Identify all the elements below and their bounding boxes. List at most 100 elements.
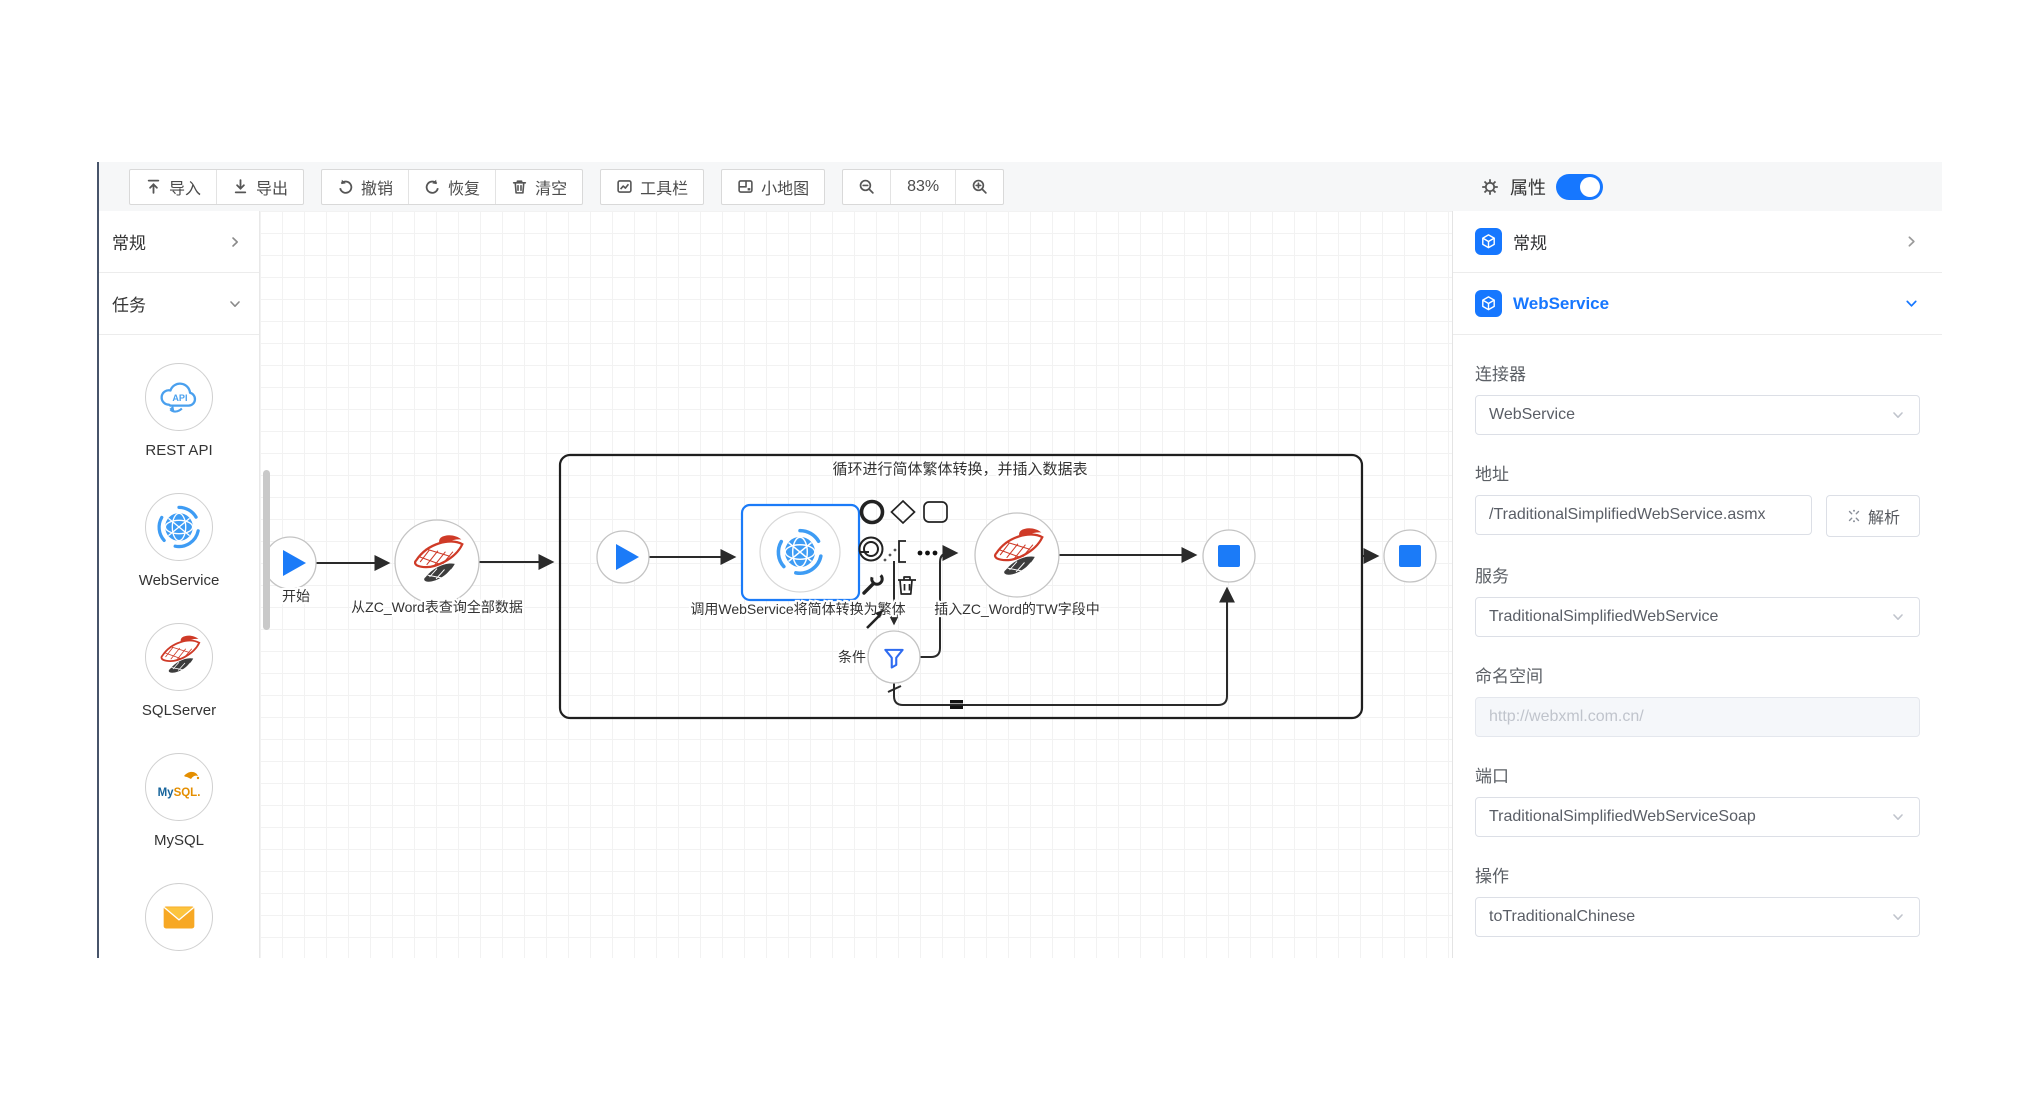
shape-rect-tool[interactable] [924,502,947,522]
palette-item-rest-api[interactable]: REST API [145,363,213,459]
connector-label: 连接器 [1475,360,1920,385]
insert-sql-node[interactable]: 插入ZC_Word的TW字段中 [934,513,1099,617]
palette-label: WebService [139,572,220,589]
flow-canvas[interactable]: 循环进行简体繁体转换，并插入数据表 开始 从ZC_Word表查询全部数据 [260,211,1452,958]
node-palette-sidebar: 常规 任务 REST API WebService SQLServer MySQ… [99,211,260,958]
shape-circle-tool[interactable] [862,502,883,523]
zoom-out-button[interactable] [843,170,890,204]
minimap-button[interactable]: 小地图 [722,170,824,204]
toolbar-panel-label: 工具栏 [640,175,688,199]
toolbar-left: 导入 导出 撤销 恢复 清空 [129,162,1004,211]
clear-label: 清空 [535,175,567,199]
port-value: TraditionalSimplifiedWebServiceSoap [1489,808,1756,826]
zoom-out-icon [858,178,875,195]
loop-group-box[interactable]: 循环进行简体繁体转换，并插入数据表 [560,455,1362,718]
chevron-down-icon [1890,609,1906,625]
section-general[interactable]: 常规 [1475,211,1920,272]
start-node[interactable]: 开始 [264,537,316,604]
palette-label: SQLServer [142,702,216,719]
chevron-down-icon [1890,909,1906,925]
flow-diagram: 循环进行简体繁体转换，并插入数据表 开始 从ZC_Word表查询全部数据 [260,211,1452,958]
address-input[interactable] [1475,495,1812,535]
screenshot-page: 导入 导出 撤销 恢复 清空 [0,0,2044,1112]
gear-icon [1480,177,1500,197]
shape-double-circle-tool[interactable] [860,538,883,561]
service-select[interactable]: TraditionalSimplifiedWebService [1475,597,1920,637]
export-icon [232,178,249,195]
import-label: 导入 [169,175,201,199]
service-label: 服务 [1475,562,1920,587]
loop-start-node[interactable] [597,531,649,583]
edit-button-group: 撤销 恢复 清空 [321,169,583,205]
chevron-down-icon [1890,407,1906,423]
sidebar-section-task[interactable]: 任务 [99,273,259,335]
shape-diamond-tool[interactable] [892,501,915,523]
properties-header: 属性 [1480,162,1603,211]
section-webservice[interactable]: WebService [1475,273,1920,334]
chevron-right-icon [1903,233,1920,250]
loop-end-node[interactable] [1203,530,1255,582]
port-select[interactable]: TraditionalSimplifiedWebServiceSoap [1475,797,1920,837]
toolbar-panel-group: 工具栏 [600,169,704,205]
redo-icon [424,178,441,195]
sidebar-scrollbar-thumb[interactable] [263,470,270,630]
cube-icon [1475,290,1502,317]
section-webservice-label: WebService [1513,294,1609,314]
zoom-in-button[interactable] [956,170,1003,204]
address-label: 地址 [1475,460,1920,485]
query-sql-node[interactable]: 从ZC_Word表查询全部数据 [351,520,523,615]
address-row: 解析 [1475,495,1920,537]
chevron-down-icon [1903,295,1920,312]
resolve-icon [1846,508,1862,524]
resolve-button[interactable]: 解析 [1826,495,1920,537]
divider [1453,334,1942,335]
stop-icon [1399,545,1421,567]
palette-item-sqlserver[interactable]: SQLServer [142,623,216,719]
loop-group-title: 循环进行简体繁体转换，并插入数据表 [832,461,1087,478]
chevron-down-icon [227,296,243,312]
palette-item-webservice[interactable]: WebService [139,493,220,589]
operation-value: toTraditionalChinese [1489,908,1635,926]
palette-items: REST API WebService SQLServer MySQL [99,335,259,958]
resolve-label: 解析 [1868,504,1900,528]
minimap-icon [737,178,754,195]
import-icon [145,178,162,195]
trash-icon [511,178,528,195]
webservice-globe-icon [156,504,202,550]
ellipsis-icon[interactable] [918,551,938,556]
edge-marker-bar [950,706,963,709]
end-node[interactable] [1384,530,1436,582]
palette-label: REST API [145,442,212,459]
bracket-tool[interactable] [899,541,906,562]
mysql-logo-icon [155,763,203,811]
palette-item-mail[interactable] [145,883,213,951]
operation-select[interactable]: toTraditionalChinese [1475,897,1920,937]
import-button[interactable]: 导入 [130,170,216,204]
properties-toggle[interactable] [1556,174,1603,200]
insert-node-label: 插入ZC_Word的TW字段中 [934,601,1099,617]
zoom-in-icon [971,178,988,195]
sidebar-general-label: 常规 [112,229,146,254]
operation-label: 操作 [1475,862,1920,887]
port-label: 端口 [1475,762,1920,787]
board-icon [616,178,633,195]
export-button[interactable]: 导出 [216,170,303,204]
sidebar-section-general[interactable]: 常规 [99,211,259,273]
redo-button[interactable]: 恢复 [408,170,495,204]
chevron-down-icon [1890,809,1906,825]
chevron-right-icon [227,234,243,250]
delete-node-icon[interactable] [898,577,916,594]
connector-select[interactable]: WebService [1475,395,1920,435]
wrench-icon[interactable] [864,584,873,593]
condition-label: 条件 [838,649,866,665]
section-general-label: 常规 [1513,229,1547,254]
palette-item-mysql[interactable]: MySQL [145,753,213,849]
undo-button[interactable]: 撤销 [322,170,408,204]
toolbar-panel-button[interactable]: 工具栏 [601,170,703,204]
zoom-level-value: 83% [890,170,956,204]
connector-value: WebService [1489,406,1575,424]
condition-node[interactable]: 条件 [838,631,920,683]
webservice-node-label: 调用WebService将简体转换为繁体 [690,601,905,617]
clear-button[interactable]: 清空 [495,170,582,204]
namespace-label: 命名空间 [1475,662,1920,687]
